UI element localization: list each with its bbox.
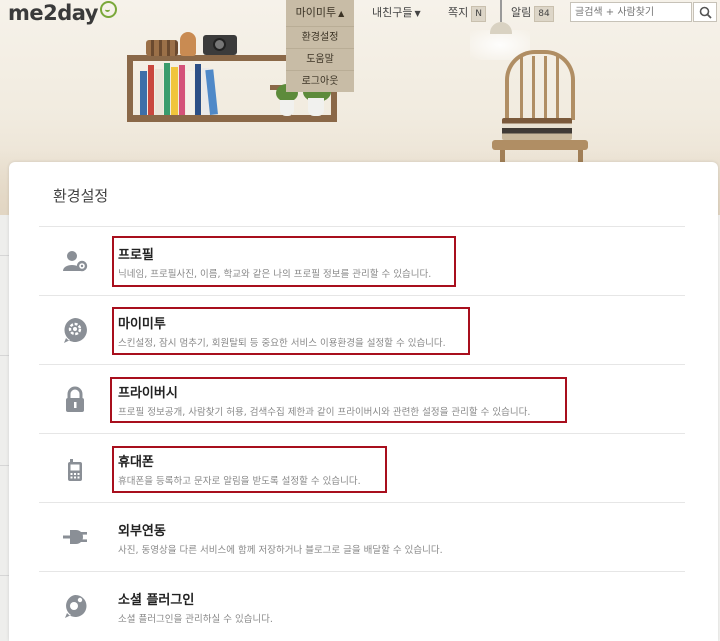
settings-row-external[interactable]: 외부연동 사진, 동영상을 다른 서비스에 함께 저장하거나 블로그로 글을 배… [39,502,685,572]
settings-row-description: 사진, 동영상을 다른 서비스에 함께 저장하거나 블로그로 글을 배달할 수 … [118,545,443,556]
nav-friends-menu[interactable]: 내친구들 ▼ [372,4,421,22]
nav-note[interactable]: 쪽지 N [448,4,486,22]
dropdown-item-settings[interactable]: 환경설정 [286,26,354,48]
left-edge-strip [0,215,9,641]
settings-row-title: 소셜 플러그인 [118,593,195,608]
mime-dropdown-menu: 환경설정 도움말 로그아웃 [286,26,354,92]
page-title: 환경설정 [53,187,109,205]
search-input[interactable] [570,2,692,22]
shelf-frame [127,56,133,120]
social-plugin-icon [65,594,87,618]
dropdown-item-logout[interactable]: 로그아웃 [286,70,354,92]
highlight-box-mobile [112,446,387,493]
search-button[interactable] [693,2,717,22]
chair-decoration [505,50,575,120]
highlight-box-profile [112,236,456,287]
logo-bubble-icon [99,1,117,18]
nav-mime-menu[interactable]: 마이미투 ▲ [286,0,354,26]
settings-row-title: 외부연동 [118,524,166,539]
mobile-phone-icon [68,459,82,481]
nav-alarm[interactable]: 알림 84 [511,4,554,22]
search-icon [699,6,712,19]
gear-bubble-icon [64,318,87,343]
settings-panel: 환경설정 프로필 닉네임, 프로필사진, 이름, 학교와 같은 나의 프로필 정… [9,162,718,641]
logo[interactable]: me2day [8,1,117,25]
triangle-down-icon: ▼ [414,9,421,18]
books [140,62,228,115]
camera-decoration [203,35,237,55]
profile-settings-icon [63,251,88,272]
triangle-up-icon: ▲ [338,9,345,18]
book-stack-decoration [502,118,572,140]
figurine-decoration [180,32,196,56]
top-navigation-bar: me2day 마이미투 ▲ 내친구들 ▼ 쪽지 N 알림 84 [0,0,720,28]
settings-row-description: 소셜 플러그인을 관리하실 수 있습니다. [118,614,273,625]
alarm-badge: 84 [534,6,554,22]
lock-icon [66,386,84,412]
highlight-box-privacy [110,377,567,423]
highlight-box-mime [112,307,470,355]
settings-row-social-plugin[interactable]: 소셜 플러그인 소셜 플러그인을 관리하실 수 있습니다. [39,571,685,641]
plug-icon [63,530,87,544]
dropdown-item-help[interactable]: 도움말 [286,48,354,70]
note-badge: N [471,6,486,22]
